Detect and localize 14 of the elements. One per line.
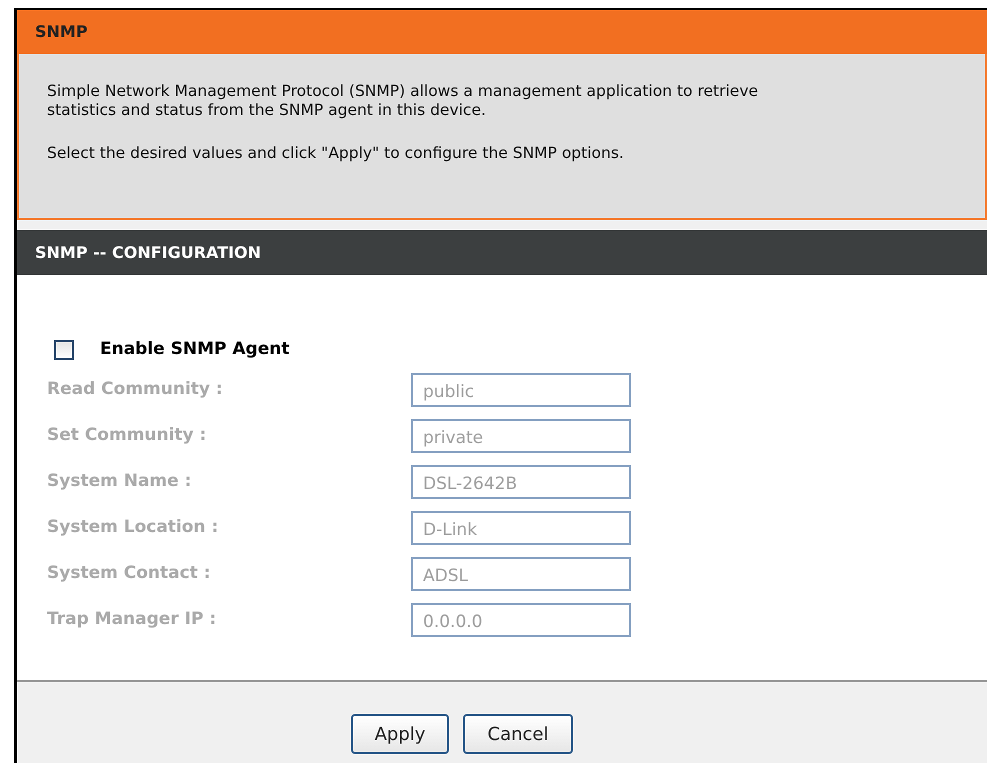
field-label: Trap Manager IP : [47, 608, 218, 631]
field-label: System Contact : [47, 562, 212, 585]
checkbox[interactable] [54, 340, 74, 360]
section-title: SNMP -- CONFIGURATION [35, 242, 262, 264]
field-label: System Location : [47, 516, 220, 539]
button[interactable]: Apply [351, 714, 449, 754]
description-text: Simple Network Management Protocol (SNMP) allows a management application to retrieve statistics and status from the SNMP agent in this device. [47, 82, 760, 120]
checkbox-label: Enable SNMP Agent [100, 338, 290, 361]
button[interactable]: Cancel [463, 714, 573, 754]
section-title: SNMP [35, 21, 88, 43]
description-text: Select the desired values and click "Apply" to configure the SNMP options. [47, 144, 625, 163]
field-label: Set Community : [47, 424, 208, 447]
field-label: Read Community : [47, 378, 224, 401]
field-label: System Name : [47, 470, 192, 493]
